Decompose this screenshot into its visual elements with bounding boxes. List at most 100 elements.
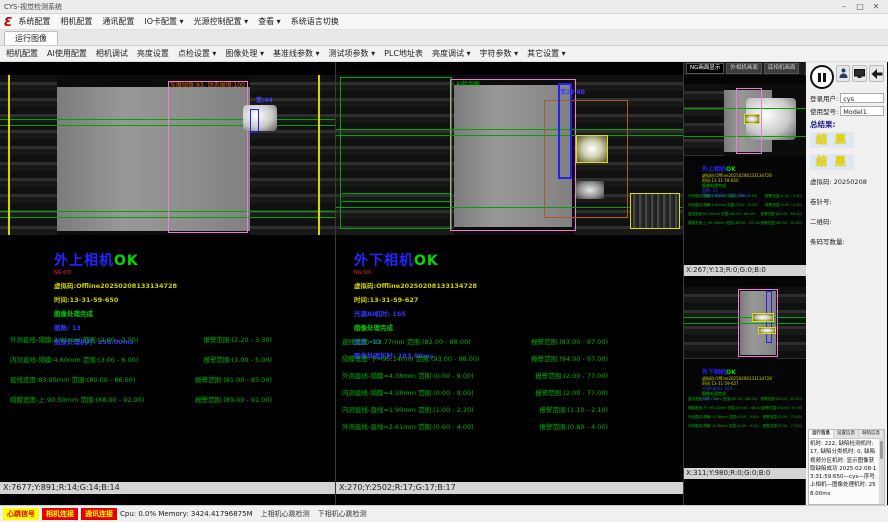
measurement-row: 外测直线-直线=2.61mm 范围:(0.60 - 4.00)报警范围:(0.6… bbox=[342, 421, 608, 431]
thumbnail-tabs: NG画面显示 外相机画面 底相机画面 bbox=[684, 62, 805, 75]
camera1-time: 时间:13-31-59-650 bbox=[54, 294, 177, 304]
measurement-row: 外测直线-隔膜=4.38mm 范围:(0.00 - 9.00)报警范围:(2.0… bbox=[342, 370, 608, 380]
tab-run-image[interactable]: 运行图像 bbox=[4, 31, 58, 45]
defect-highlight bbox=[576, 135, 608, 163]
comm-connection-badge: 通讯连接 bbox=[81, 508, 117, 520]
menu-system-config[interactable]: 系统配置 bbox=[18, 16, 50, 27]
tab-run-info[interactable]: 运行信息 bbox=[809, 430, 834, 438]
login-user-field[interactable]: cys bbox=[840, 93, 884, 103]
baseline-line bbox=[342, 193, 451, 194]
tab-ng-display[interactable]: NG画面显示 bbox=[686, 63, 724, 74]
run-log-text: 机时: 222, 缺陷检测机时: 17, 缺陷分类机时: 0, 缺陷视频分区机时… bbox=[810, 440, 878, 503]
measurement-row: 隔膜宽度-下=95.24mm 范围:(93.00 - 98.00)报警范围:(9… bbox=[342, 353, 608, 363]
tool-baseline-params[interactable]: 基准线参数 ▾ bbox=[273, 48, 320, 59]
camera-view-upper[interactable]: 灰度阈值:93, 动态阈值:100 宽:44 外上相机OK NG:0/0 虚拟码… bbox=[0, 62, 336, 505]
total-result-label: 总结果: bbox=[810, 119, 884, 130]
result-badge-2: 结 果 bbox=[810, 154, 854, 170]
measurement-value: 内测直线-隔膜:4.60mm 范围:(3.00 - 6.00) bbox=[10, 354, 138, 364]
menu-language-switch[interactable]: 系统语言切换 bbox=[291, 16, 339, 27]
metal-part bbox=[243, 105, 277, 131]
measurement-row: 内测直线-直线=1.90mm 范围:(1.00 - 2.20)报警范围:(1.1… bbox=[342, 404, 608, 414]
measurement-value: 隔膜宽度-上:90.50mm 范围:(88.00 - 92.00) bbox=[688, 221, 760, 226]
alarm-range: 报警范围:(94.00 - 97.00) bbox=[762, 406, 802, 411]
baseline-line bbox=[684, 323, 806, 324]
thumbnail1-measurements: 外测直线-隔膜:2.91mm 范围:(2.00 - 3.50)报警范围:(2.2… bbox=[688, 194, 802, 230]
alarm-range: 报警范围:(0.60 - 4.00) bbox=[539, 421, 608, 431]
machinery-left bbox=[684, 84, 724, 156]
thumbnail1-image bbox=[684, 84, 806, 156]
model-row: 使用型号: Model1 bbox=[810, 106, 884, 116]
measurement-row: 外测直线-隔膜:2.91mm 范围:(2.00 - 3.50)报警范围:(2.2… bbox=[688, 194, 802, 199]
roi-rect-pink bbox=[168, 81, 248, 233]
maximize-button[interactable]: □ bbox=[852, 2, 868, 11]
upper-camera-heartbeat[interactable]: 上相机心跳检测 bbox=[261, 509, 310, 519]
defect-highlight bbox=[752, 313, 774, 322]
alarm-range: 报警范围:(89.00 - 91.00) bbox=[761, 221, 802, 226]
alarm-range: 报警范围:(81.00 - 85.00) bbox=[195, 374, 272, 384]
info-scrollbar[interactable] bbox=[879, 439, 884, 504]
tool-brightness-debug[interactable]: 亮度调试 ▾ bbox=[432, 48, 471, 59]
alarm-range: 报警范围:(3.00 - 5.00) bbox=[203, 354, 272, 364]
yellow-roi-noise bbox=[630, 193, 680, 229]
measurement-value: 隔膜宽度-上:90.50mm 范围:(88.00 - 92.00) bbox=[10, 394, 144, 404]
tool-spotcheck[interactable]: 点检设置 ▾ bbox=[178, 48, 217, 59]
tool-camera-config[interactable]: 相机配置 bbox=[6, 48, 38, 59]
baseline-line bbox=[336, 135, 683, 136]
thumbnail-view-upper[interactable]: 外上相机OK 虚拟码:Offline20250208133134728 时间:1… bbox=[684, 76, 806, 276]
measurement-row: 内测直线-隔膜:4.60mm 范围:(3.00 - 6.00) 报警范围:(3.0… bbox=[10, 354, 272, 364]
width-marker-rect bbox=[558, 83, 572, 179]
lock-user-button[interactable] bbox=[836, 65, 851, 82]
thumbnail1-overlay: 外上相机OK 虚拟码:Offline20250208133134728 时间:1… bbox=[702, 164, 772, 198]
pause-button[interactable] bbox=[810, 65, 834, 89]
menu-light-config[interactable]: 光源控制配置 ▾ bbox=[194, 16, 249, 27]
info-panel: 运行信息 设置信息 缺陷信息 机时: 222, 缺陷检测机时: 17, 缺陷分类… bbox=[808, 429, 885, 505]
thumb1-title: 外上相机OK bbox=[702, 164, 772, 173]
title-bar: CYS-视觉检测系统 – □ ✕ bbox=[0, 0, 888, 14]
measurement-value: 隔膜宽度-下=95.24mm 范围:(93.00 - 98.00) bbox=[688, 406, 762, 411]
alarm-range: 报警范围:(2.00 - 77.00) bbox=[763, 415, 802, 420]
qr-code-label: 二维码: bbox=[810, 216, 884, 226]
tool-other-settings[interactable]: 其它设置 ▾ bbox=[527, 48, 566, 59]
monitor-button[interactable] bbox=[852, 65, 867, 82]
scrollbar-thumb[interactable] bbox=[880, 441, 883, 459]
camera-view-lower[interactable]: AI检测框 宽23.60 外下相机OK NG:0/0 虚拟码:Offline20… bbox=[336, 62, 684, 505]
menu-camera-config[interactable]: 相机配置 bbox=[60, 16, 92, 27]
tool-ai-config[interactable]: AI使用配置 bbox=[47, 48, 87, 59]
tab-strip: 运行图像 bbox=[0, 30, 888, 46]
menu-view[interactable]: 查看 ▾ bbox=[258, 16, 281, 27]
measurement-row: 直线宽度:83.05mm 范围:(80.00 - 86.00)报警范围:(81.… bbox=[10, 374, 272, 384]
thumbnail-view-lower[interactable]: 外下相机OK 虚拟码:Offline20250208133134728 时间:1… bbox=[684, 279, 806, 479]
camera2-virtual-code: 虚拟码:Offline20250208133134728 bbox=[354, 280, 477, 290]
barcode-count-label: 条码写数量: bbox=[810, 236, 884, 246]
tool-brightness[interactable]: 亮度设置 bbox=[137, 48, 169, 59]
minimize-button[interactable]: – bbox=[836, 2, 852, 11]
close-button[interactable]: ✕ bbox=[868, 2, 884, 11]
camera1-name: 外上相机 bbox=[54, 253, 114, 269]
tab-bottom-camera[interactable]: 底相机画面 bbox=[764, 63, 800, 74]
tool-char-params[interactable]: 字符参数 ▾ bbox=[480, 48, 519, 59]
menu-comm-config[interactable]: 通讯配置 bbox=[102, 16, 134, 27]
tool-camera-debug[interactable]: 相机调试 bbox=[96, 48, 128, 59]
camera1-frame-count: 图数: 13 bbox=[54, 322, 177, 332]
model-field[interactable]: Model1 bbox=[840, 106, 884, 116]
measurement-value: 内测直线-直线=1.90mm 范围:(1.00 - 2.20) bbox=[342, 404, 474, 414]
yellow-guide-line bbox=[8, 75, 10, 235]
tool-test-params[interactable]: 测试项参数 ▾ bbox=[329, 48, 376, 59]
camera2-pixel-readout: X:270;Y:2502;R:17;G:17;B:17 bbox=[336, 482, 683, 494]
menu-io-config[interactable]: IO卡配置 ▾ bbox=[144, 16, 183, 27]
lower-camera-heartbeat[interactable]: 下相机心跳检测 bbox=[318, 509, 367, 519]
logout-button[interactable] bbox=[869, 65, 884, 82]
info-tabs: 运行信息 设置信息 缺陷信息 bbox=[809, 430, 884, 439]
thumb2-result: OK bbox=[726, 369, 736, 376]
tab-outer-camera[interactable]: 外相机画面 bbox=[726, 63, 762, 74]
tool-plc-table[interactable]: PLC地址表 bbox=[384, 48, 423, 59]
tool-image-process[interactable]: 图像处理 ▾ bbox=[225, 48, 264, 59]
thumb2-name: 外下相机 bbox=[702, 369, 726, 376]
camera2-result: OK bbox=[414, 253, 439, 269]
width-marker-rect bbox=[250, 109, 259, 133]
tab-settings-info[interactable]: 设置信息 bbox=[834, 430, 859, 438]
camera2-time: 时间:13-31-59-627 bbox=[354, 294, 477, 304]
alarm-range: 报警范围:(2.20 - 3.30) bbox=[203, 334, 272, 344]
thumbnail2-measurements: 直线宽度=83.77mm 范围:(82.00 - 88.00)报警范围:(83.… bbox=[688, 397, 802, 433]
tab-defect-info[interactable]: 缺陷信息 bbox=[859, 430, 884, 438]
